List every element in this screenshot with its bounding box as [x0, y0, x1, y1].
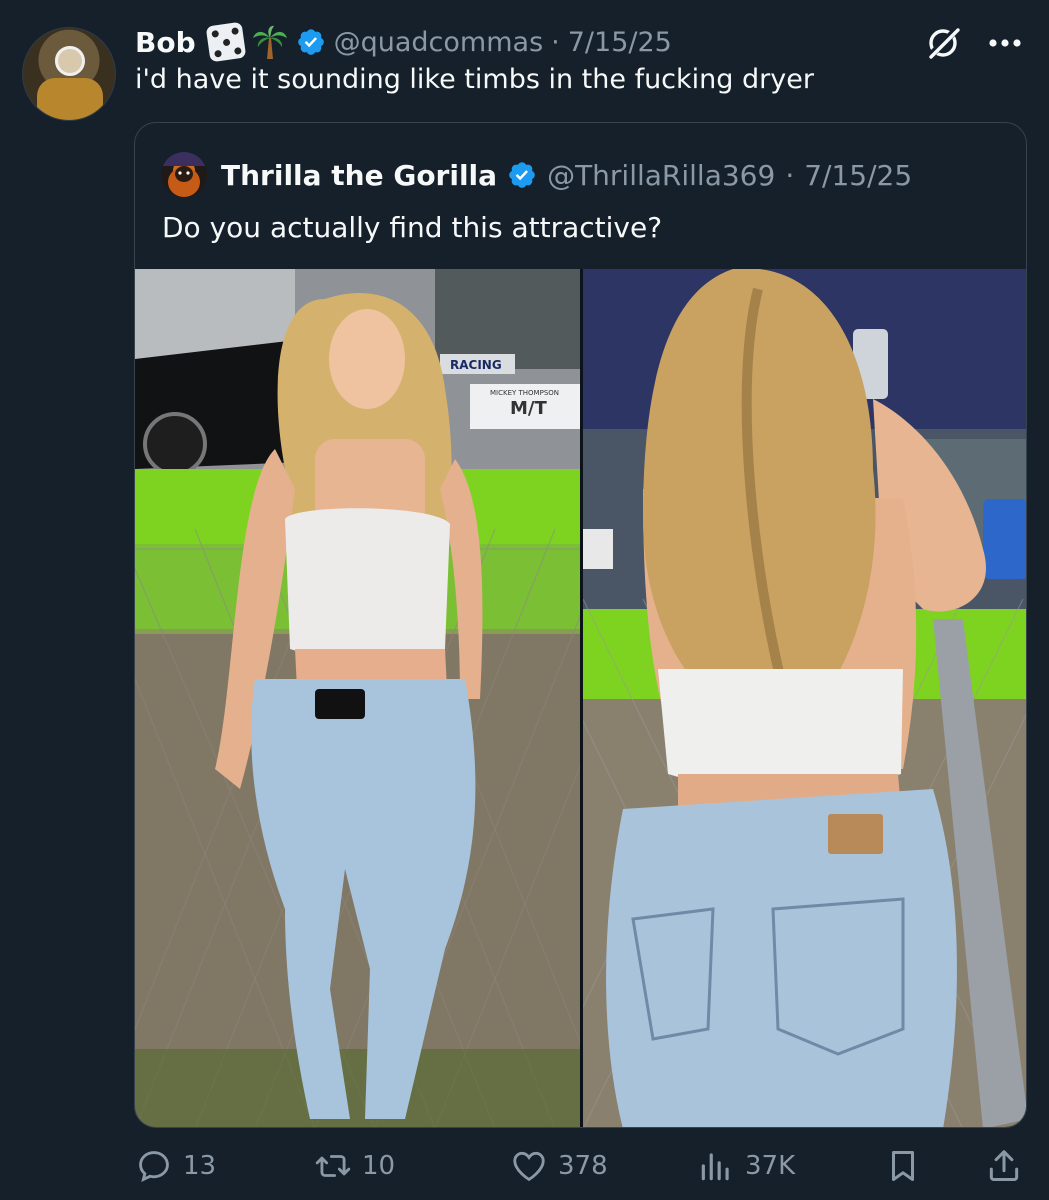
- verified-badge-icon: [297, 29, 324, 55]
- quoted-media[interactable]: RACING MICKEY THOMPSON M/T: [135, 269, 1026, 1127]
- views-chart-icon: [701, 1153, 729, 1181]
- quoted-tweet-header: Thrilla the Gorilla @ThrillaRilla369 · 7…: [161, 152, 912, 198]
- tweet-date[interactable]: 7/15/25: [568, 27, 672, 58]
- quoted-tweet-card[interactable]: Thrilla the Gorilla @ThrillaRilla369 · 7…: [134, 122, 1027, 1128]
- heart-icon: [513, 1151, 545, 1182]
- quoted-tweet-date[interactable]: 7/15/25: [804, 159, 912, 192]
- reply-count: 13: [183, 1151, 217, 1181]
- repost-count: 10: [362, 1151, 396, 1181]
- like-count: 378: [558, 1151, 608, 1181]
- quoted-author-avatar[interactable]: [161, 152, 207, 198]
- grok-icon[interactable]: [924, 24, 962, 62]
- racing-sign-text: RACING: [450, 358, 502, 372]
- separator-dot: ·: [785, 158, 795, 192]
- tweet-text: i'd have it sounding like timbs in the f…: [135, 64, 814, 95]
- verified-badge-icon: [509, 162, 535, 188]
- quoted-tweet-text: Do you actually find this attractive?: [162, 211, 663, 244]
- media-photo-front[interactable]: RACING MICKEY THOMPSON M/T: [135, 269, 580, 1127]
- author-handle[interactable]: @quadcommas: [334, 27, 544, 58]
- like-button[interactable]: 378: [510, 1140, 608, 1192]
- bookmark-button[interactable]: [884, 1140, 922, 1192]
- views-count: 37K: [745, 1151, 796, 1181]
- game-die-emoji-icon: [205, 21, 246, 63]
- tweet-header: Bob @quadcommas · 7/15/25: [135, 21, 672, 63]
- bookmark-icon: [891, 1151, 915, 1181]
- mickey-sign-text: MICKEY THOMPSON: [490, 389, 559, 397]
- author-name[interactable]: Bob: [135, 26, 196, 59]
- share-icon: [989, 1150, 1019, 1181]
- quoted-author-name[interactable]: Thrilla the Gorilla: [221, 159, 497, 192]
- reply-icon: [139, 1151, 169, 1183]
- palm-tree-emoji-icon: [252, 24, 288, 60]
- share-button[interactable]: [985, 1140, 1023, 1192]
- views-button[interactable]: 37K: [697, 1140, 795, 1192]
- mt-sign-text: M/T: [510, 398, 547, 419]
- repost-icon: [315, 1155, 351, 1177]
- repost-button[interactable]: 10: [314, 1140, 395, 1192]
- action-bar: 13 10 378 37K: [0, 1140, 1049, 1192]
- media-photo-back[interactable]: [583, 269, 1026, 1127]
- reply-button[interactable]: 13: [135, 1140, 216, 1192]
- separator-dot: ·: [551, 26, 560, 58]
- author-avatar[interactable]: [22, 27, 116, 121]
- quoted-author-handle[interactable]: @ThrillaRilla369: [547, 159, 775, 192]
- more-icon[interactable]: [985, 28, 1025, 58]
